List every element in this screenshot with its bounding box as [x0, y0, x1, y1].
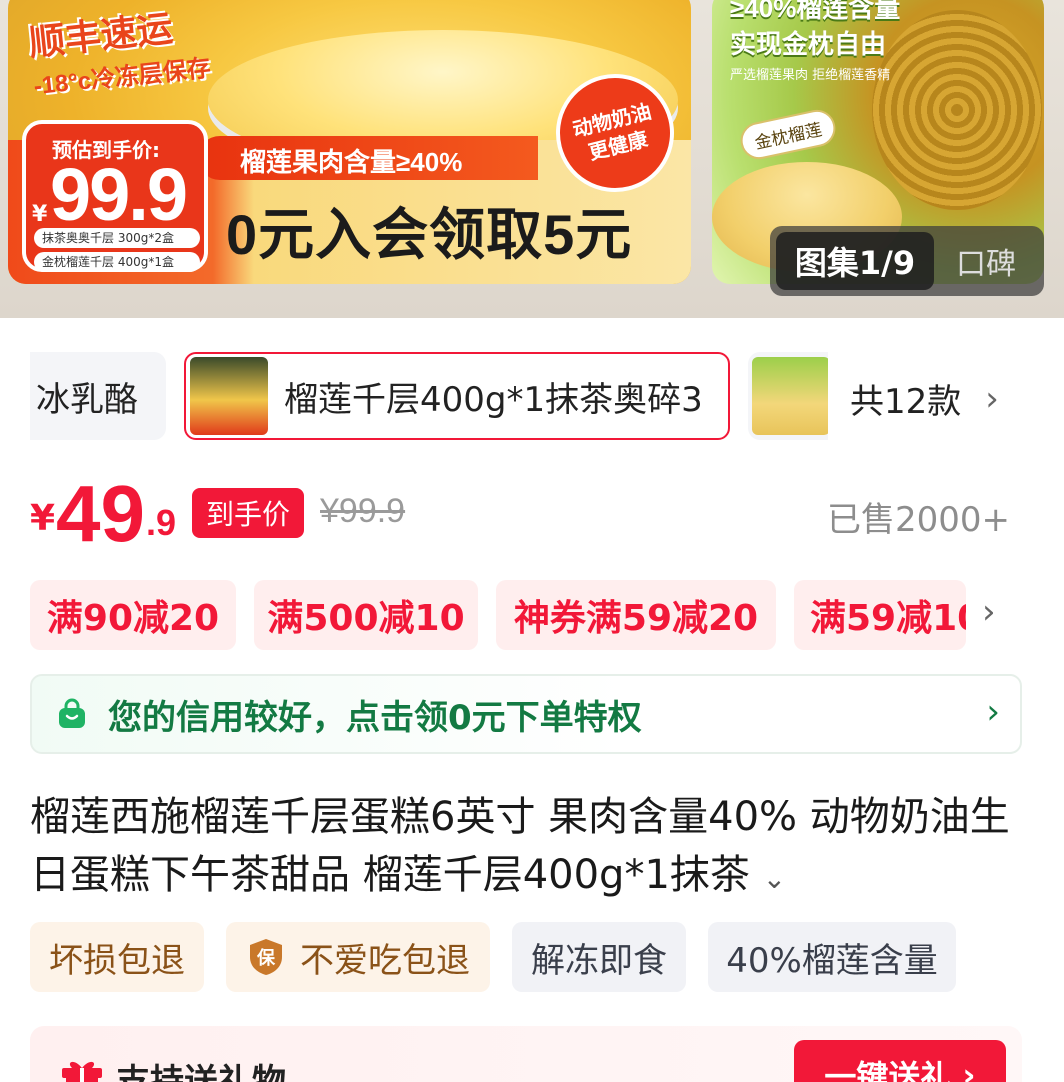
service-tag: 解冻即食	[512, 922, 686, 992]
coupon-item[interactable]: 神券满59减20	[496, 580, 776, 650]
coupon-item[interactable]: 满59减10	[794, 580, 966, 650]
shield-icon: 保	[250, 939, 282, 975]
service-tag[interactable]: 保 不爱吃包退	[226, 922, 490, 992]
sku-option-label: 榴莲千层400g*1抹茶奥碎3	[284, 379, 703, 420]
product-title[interactable]: 榴莲西施榴莲千层蛋糕6英寸 果肉含量40% 动物奶油生日蛋糕下午茶甜品 榴莲千层…	[30, 788, 1030, 908]
coupon-item[interactable]: 满500减10	[254, 580, 478, 650]
product-image-carousel[interactable]: 榴莲果肉含量≥40% 0元入会领取5元 顺丰速运 -18°c冷冻层保存 预估到手…	[0, 0, 1064, 318]
side-headline: ≥40%榴莲含量 实现金枕自由	[730, 0, 901, 59]
send-gift-button[interactable]: 一键送礼 ›	[794, 1040, 1006, 1082]
main-product-image[interactable]: 榴莲果肉含量≥40% 0元入会领取5元 顺丰速运 -18°c冷冻层保存 预估到手…	[8, 0, 691, 284]
estimated-price-currency: ¥	[32, 202, 48, 227]
chevron-right-icon: ›	[985, 378, 999, 419]
price-integer: 49	[56, 469, 145, 558]
sku-thumbnail	[190, 357, 268, 435]
gift-icon	[62, 1061, 102, 1082]
chevron-right-icon: ›	[962, 1056, 976, 1082]
side-tag: 金枕榴莲	[737, 106, 839, 163]
send-gift-label: 一键送礼	[824, 1058, 953, 1082]
price-row: ¥ 49 .9 到手价 ¥99.9 已售2000+	[30, 469, 1030, 558]
membership-offer-text: 0元入会领取5元	[226, 203, 633, 266]
shield-label: 保	[256, 947, 276, 969]
pack-note-2: 金枕榴莲千层 400g*1盒	[34, 252, 200, 272]
final-price-tag: 到手价	[192, 488, 304, 538]
sku-total-link[interactable]: 共12款 ›	[850, 374, 999, 423]
sku-total-label: 共12款	[850, 382, 962, 422]
shipping-badge: 顺丰速运 -18°c冷冻层保存	[26, 0, 233, 101]
original-price: ¥99.9	[320, 492, 406, 530]
chevron-down-icon[interactable]: ⌄	[763, 862, 786, 895]
coupon-item[interactable]: 满90减20	[30, 580, 236, 650]
gallery-tab-album[interactable]: 图集1/9	[776, 232, 934, 290]
service-tag-label: 不爱吃包退	[300, 940, 470, 981]
service-tag-label: 坏损包退	[49, 940, 185, 981]
cream-badge-text: 动物奶油 更健康	[570, 99, 654, 165]
chevron-right-icon: ›	[986, 692, 1000, 732]
sku-thumbnail	[752, 357, 828, 435]
sku-selector: 冰乳酪 榴莲千层400g*1抹茶奥碎3 共12款 ›	[30, 352, 1064, 442]
gift-banner: 支持送礼物 一键送礼 ›	[30, 1026, 1022, 1082]
service-tag: 坏损包退	[30, 922, 204, 992]
pack-note-1: 抹茶奥奥千层 300g*2盒	[34, 228, 200, 248]
price-currency: ¥	[30, 498, 56, 539]
chevron-right-icon[interactable]: ›	[982, 592, 996, 632]
sku-option-label: 冰乳酪	[36, 379, 138, 420]
estimated-price-value: 99.9	[50, 153, 188, 236]
service-tag-label: 解冻即食	[531, 940, 667, 981]
credit-privilege-banner[interactable]: 您的信用较好，点击领0元下单特权 ›	[30, 674, 1022, 754]
service-tag-label: 40%榴莲含量	[726, 940, 938, 981]
credit-privilege-text: 您的信用较好，点击领0元下单特权	[108, 697, 642, 738]
product-title-text: 榴莲西施榴莲千层蛋糕6英寸 果肉含量40% 动物奶油生日蛋糕下午茶甜品 榴莲千层…	[30, 794, 1010, 898]
coupon-list: 满90减20 满500减10 神券满59减20 满59减10 ›	[30, 580, 1064, 652]
side-subline: 严选榴莲果肉 拒绝榴莲香精	[730, 68, 891, 83]
fruit-content-text: 榴莲果肉含量≥40%	[240, 147, 463, 177]
sku-option[interactable]	[748, 352, 828, 440]
estimated-price-card: 预估到手价: ¥ 99.9 抹茶奥奥千层 300g*2盒 金枕榴莲千层 400g…	[22, 120, 208, 272]
gallery-tab-reviews[interactable]: 口碑	[956, 232, 1036, 290]
sku-option-selected[interactable]: 榴莲千层400g*1抹茶奥碎3	[184, 352, 730, 440]
service-tag: 40%榴莲含量	[708, 922, 956, 992]
shopping-bag-icon	[59, 698, 85, 728]
gift-text: 支持送礼物	[116, 1062, 286, 1082]
sku-option[interactable]: 冰乳酪	[30, 352, 166, 440]
price-decimal: .9	[146, 502, 177, 543]
sold-count: 已售2000+	[826, 500, 1010, 540]
